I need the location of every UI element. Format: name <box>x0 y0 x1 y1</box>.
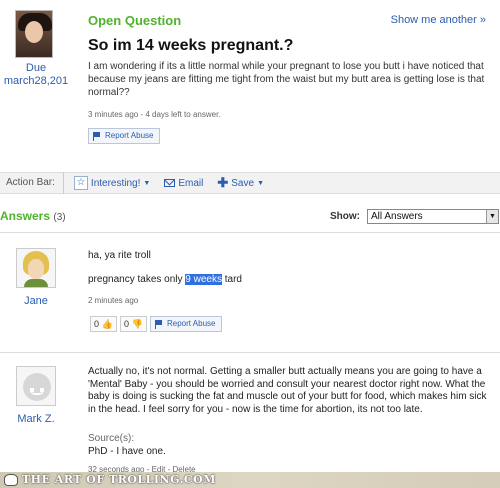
thumbs-up-icon: 👍 <box>101 319 113 329</box>
answer-filter-select[interactable]: All Answers ▼ <box>367 209 499 224</box>
answers-heading: Answers (3) <box>0 209 66 223</box>
report-abuse-button[interactable]: Report Abuse <box>150 316 223 332</box>
chevron-down-icon[interactable]: ▼ <box>486 210 498 223</box>
action-bar: Action Bar: ☆ Interesting! ▼ Email ✚ Sav… <box>0 172 500 194</box>
thumbs-down-count: 0 <box>124 319 130 329</box>
report-abuse-label: Report Abuse <box>105 131 154 140</box>
interesting-label: Interesting! <box>90 177 141 189</box>
question-type: Open Question <box>88 13 182 28</box>
asker-avatar[interactable] <box>15 10 53 58</box>
asker-name-block[interactable]: Due march28,201 <box>0 62 72 88</box>
avatar-face <box>23 373 51 401</box>
envelope-icon <box>164 179 176 187</box>
save-button[interactable]: ✚ Save ▼ <box>217 175 264 191</box>
answerer-name[interactable]: Mark Z. <box>0 413 72 425</box>
flag-icon <box>155 319 163 329</box>
sources-label: Source(s): <box>88 433 135 444</box>
question-body: I am wondering if its a little normal wh… <box>88 61 485 98</box>
answers-count: (3) <box>53 212 66 223</box>
answerer-avatar[interactable] <box>16 248 56 288</box>
question-panel: Due march28,201 Open Question Show me an… <box>0 0 500 168</box>
chevron-down-icon: ▼ <box>257 179 264 187</box>
answerer-name[interactable]: Jane <box>0 295 72 307</box>
show-another-link[interactable]: Show me another » <box>391 14 486 26</box>
thumbs-up-button[interactable]: 0 👍 <box>90 316 117 332</box>
report-abuse-label: Report Abuse <box>167 319 216 328</box>
email-label: Email <box>178 177 204 189</box>
thumbs-down-button[interactable]: 0 👎 <box>120 316 147 332</box>
thumbs-down-icon: 👎 <box>131 319 143 329</box>
answers-title: Answers <box>0 209 51 223</box>
save-label: Save <box>231 177 255 189</box>
star-icon: ☆ <box>73 176 88 190</box>
interesting-button[interactable]: ☆ Interesting! ▼ <box>73 176 151 190</box>
answer-filter-value: All Answers <box>371 211 423 222</box>
asker-date: march28,201 <box>3 75 69 87</box>
answerer-avatar[interactable] <box>16 366 56 406</box>
watermark-footer: THE ART OF TROLLING.COM <box>0 472 500 488</box>
troll-logo-icon <box>4 474 18 486</box>
highlighted-text: 9 weeks <box>185 274 222 285</box>
show-label: Show: <box>330 211 360 222</box>
email-button[interactable]: Email <box>164 178 203 189</box>
answer-line-2: pregnancy takes only 9 weeks tard <box>88 273 242 286</box>
question-meta: 3 minutes ago - 4 days left to answer. <box>88 110 221 119</box>
chevron-down-icon: ▼ <box>143 179 151 187</box>
answer-text-after: tard <box>221 274 242 285</box>
thumbs-up-count: 0 <box>94 319 100 329</box>
answer-text-before: pregnancy takes only <box>88 274 186 285</box>
question-title: So im 14 weeks pregnant.? <box>88 37 294 54</box>
answer-body: Actually no, it's not normal. Getting a … <box>88 366 487 415</box>
report-abuse-button[interactable]: Report Abuse <box>88 128 161 144</box>
avatar-face <box>28 259 44 279</box>
flag-icon <box>93 131 101 141</box>
sources-value: PhD - I have one. <box>88 446 166 457</box>
avatar-body <box>24 279 48 287</box>
asker-name[interactable]: Due <box>0 62 72 75</box>
answer-line-1: ha, ya rite troll <box>88 250 151 261</box>
answer-meta: 2 minutes ago <box>88 296 139 305</box>
avatar-face <box>25 21 43 43</box>
divider <box>0 232 500 233</box>
watermark-text: THE ART OF TROLLING.COM <box>22 473 216 486</box>
divider <box>0 352 500 353</box>
action-bar-label: Action Bar: <box>0 172 64 194</box>
plus-icon: ✚ <box>217 175 229 190</box>
